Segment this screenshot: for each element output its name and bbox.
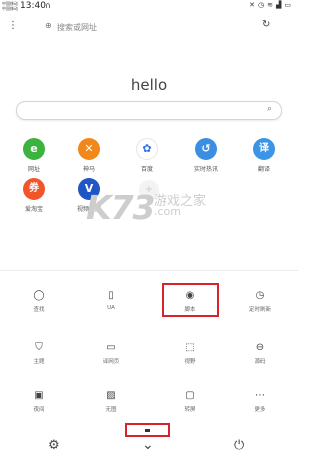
menu-label: UA bbox=[107, 305, 115, 311]
menu-find[interactable]: ◯ 查找 bbox=[9, 290, 69, 313]
shirt-icon: ⛉ bbox=[35, 342, 43, 353]
rotate-screen-icon: ▢ bbox=[185, 390, 195, 401]
status-icons: ✕◷≋▟▭ bbox=[249, 1, 294, 9]
watermark-com: .com bbox=[154, 205, 181, 218]
mute-icon: ✕ bbox=[249, 1, 258, 9]
shortcut-label: 网址 bbox=[27, 166, 40, 173]
wifi-icon: ≋ bbox=[267, 1, 276, 9]
menu-label: 查找 bbox=[33, 307, 45, 313]
menu-dots-icon[interactable]: ⋮ bbox=[8, 20, 18, 31]
alarm-icon: ◷ bbox=[258, 1, 268, 9]
browser-e-icon: e bbox=[23, 138, 45, 160]
clock-icon: ◷ bbox=[255, 290, 265, 301]
carrier-label-2: 中国移动 bbox=[2, 6, 18, 11]
shortcut-label: 实时热讯 bbox=[193, 166, 218, 173]
menu-label: 更多 bbox=[254, 407, 266, 413]
power-icon[interactable]: ⏻ bbox=[234, 438, 244, 453]
baidu-paw-icon: ✿ bbox=[136, 138, 158, 160]
menu-source[interactable]: ⊖ 源码 bbox=[230, 342, 290, 365]
menu-label: 无图 bbox=[105, 407, 117, 413]
shortcut-realtime-news[interactable]: ↺ 实时热讯 bbox=[186, 138, 226, 173]
search-icon[interactable]: ⌕ bbox=[267, 104, 272, 114]
menu-script[interactable]: ◉ 脚本 bbox=[160, 290, 220, 313]
shortcut-label: 百度 bbox=[140, 166, 153, 173]
menu-rotate[interactable]: ▢ 转屏 bbox=[160, 390, 220, 413]
shortcut-wangzhi[interactable]: e 网址 bbox=[14, 138, 54, 173]
address-placeholder: 搜索或网址 bbox=[57, 23, 97, 32]
find-icon: ◯ bbox=[33, 290, 45, 301]
chevron-down-icon[interactable]: ⌄ bbox=[142, 437, 154, 453]
shortcut-label: 神马 bbox=[82, 166, 95, 173]
news-icon: ↺ bbox=[195, 138, 217, 160]
view-icon: ⬚ bbox=[185, 342, 195, 353]
coupon-icon: 券 bbox=[23, 178, 45, 200]
shortcut-taobao[interactable]: 券 爱淘宝 bbox=[14, 178, 54, 213]
menu-label: 视野 bbox=[184, 359, 196, 365]
watermark-logo: K73 bbox=[86, 188, 155, 227]
menu-no-image[interactable]: ▨ 无图 bbox=[81, 390, 141, 413]
shortcut-label: 翻译 bbox=[257, 166, 270, 173]
menu-view[interactable]: ⬚ 视野 bbox=[160, 342, 220, 365]
home-greeting: hello bbox=[130, 76, 168, 94]
page-indicator bbox=[145, 429, 150, 432]
shortcut-label: 爱淘宝 bbox=[24, 206, 43, 213]
night-mode-icon: ▣ bbox=[34, 390, 44, 401]
menu-label: 源码 bbox=[254, 359, 266, 365]
menu-label: 定时刷新 bbox=[248, 307, 271, 313]
menu-label: 转屏 bbox=[184, 407, 196, 413]
ua-icon: ▯ bbox=[108, 290, 114, 301]
shenma-icon: ✕ bbox=[78, 138, 100, 160]
shortcut-shenma[interactable]: ✕ 神马 bbox=[69, 138, 109, 173]
eye-icon: ◉ bbox=[185, 290, 195, 301]
status-bar: 中国移动 中国移动 13:40 ∩ ✕◷≋▟▭ bbox=[0, 0, 298, 14]
more-icon: ⋯ bbox=[255, 390, 265, 401]
translate-page-icon: ▭ bbox=[106, 342, 116, 353]
menu-label: 夜间 bbox=[33, 407, 45, 413]
menu-label: 主题 bbox=[33, 359, 45, 365]
status-time: 13:40 bbox=[20, 1, 46, 11]
menu-night[interactable]: ▣ 夜间 bbox=[9, 390, 69, 413]
menu-ua[interactable]: ▯ UA bbox=[81, 290, 141, 311]
source-code-icon: ⊖ bbox=[255, 342, 265, 353]
shortcut-translate[interactable]: 译 翻译 bbox=[244, 138, 284, 173]
menu-theme[interactable]: ⛉ 主题 bbox=[9, 342, 69, 365]
menu-label: 译网页 bbox=[102, 359, 120, 365]
menu-panel-divider bbox=[0, 270, 298, 271]
globe-icon: ⊕ bbox=[45, 21, 52, 30]
menu-translate-page[interactable]: ▭ 译网页 bbox=[81, 342, 141, 365]
home-search-box[interactable] bbox=[16, 101, 282, 120]
refresh-icon[interactable]: ↻ bbox=[262, 19, 270, 30]
headphones-icon: ∩ bbox=[45, 1, 51, 10]
shortcut-baidu[interactable]: ✿ 百度 bbox=[127, 138, 167, 173]
battery-icon: ▭ bbox=[284, 1, 294, 9]
no-image-icon: ▨ bbox=[106, 390, 116, 401]
translate-icon: 译 bbox=[253, 138, 275, 160]
menu-more[interactable]: ⋯ 更多 bbox=[230, 390, 290, 413]
settings-gear-icon[interactable]: ⚙ bbox=[48, 438, 60, 453]
menu-timed-refresh[interactable]: ◷ 定时刷新 bbox=[230, 290, 290, 313]
menu-label: 脚本 bbox=[184, 307, 196, 313]
